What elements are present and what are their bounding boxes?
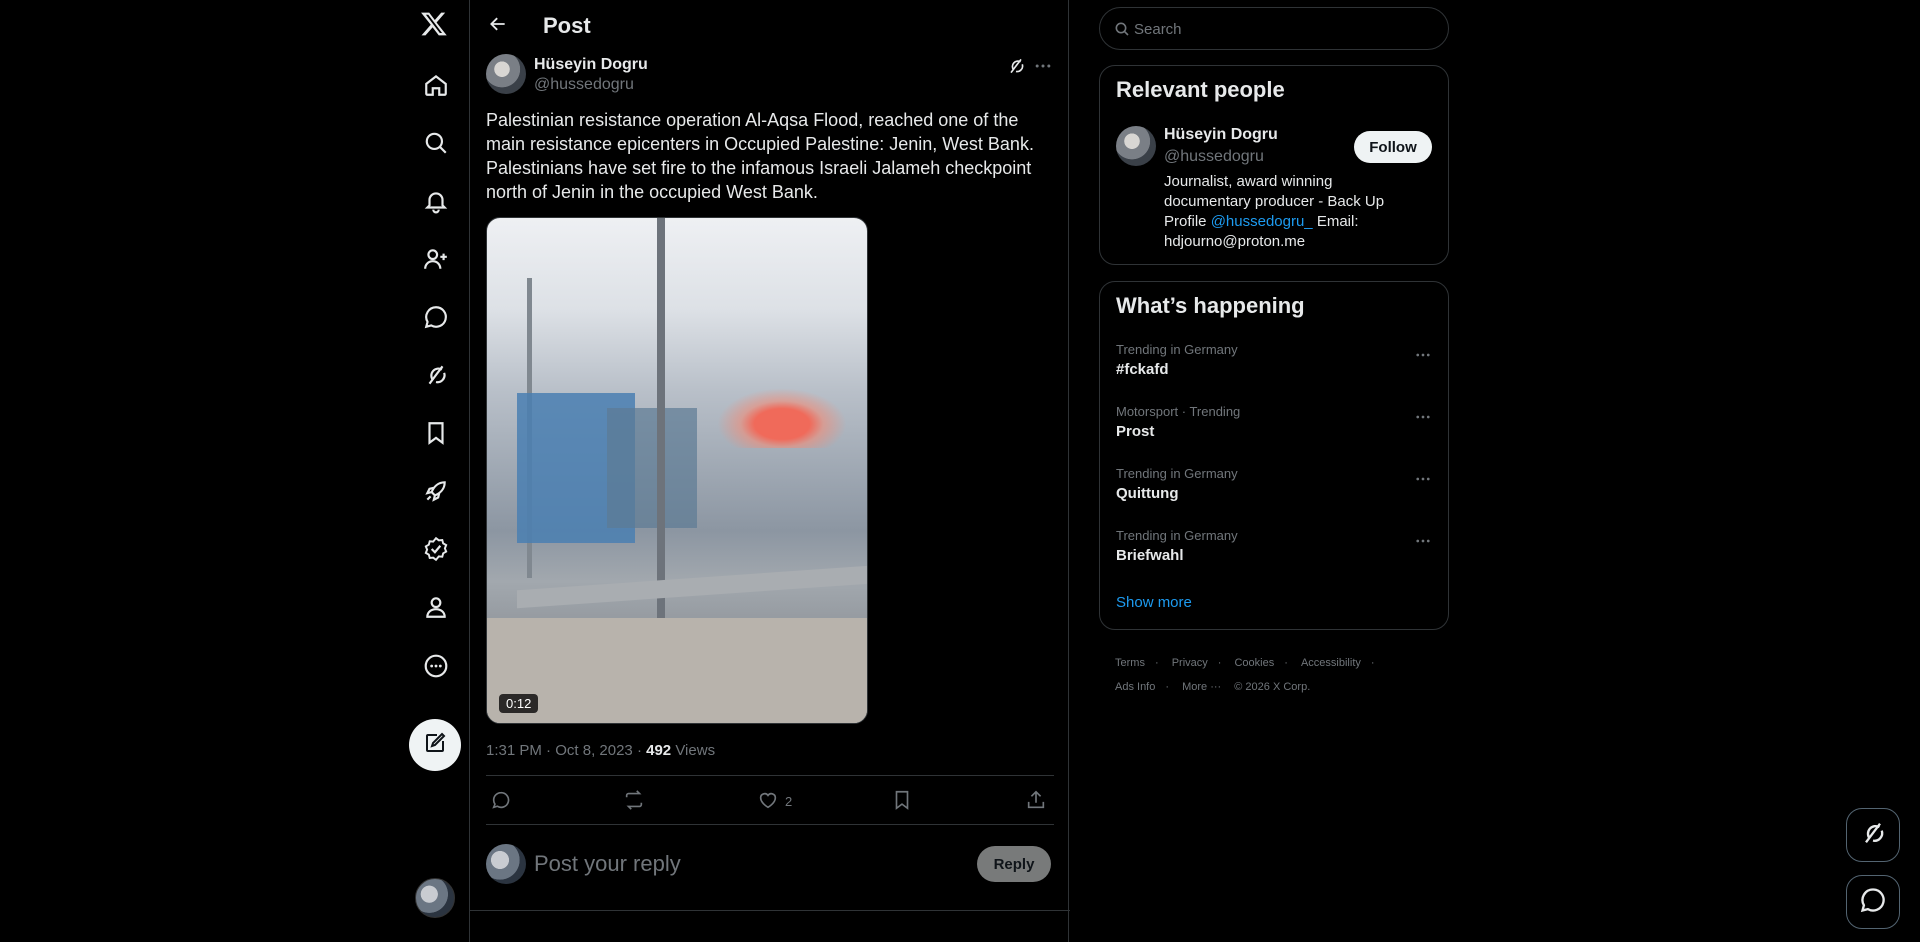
- grok-icon: [423, 362, 449, 393]
- nav-chat[interactable]: [411, 294, 461, 344]
- more-circle-icon: [423, 653, 449, 684]
- trend-item[interactable]: Trending in Germany #fckafd: [1116, 342, 1434, 390]
- reply-input[interactable]: [534, 850, 934, 878]
- post-header: Post: [470, 0, 1070, 52]
- nav-grok[interactable]: [411, 352, 461, 402]
- more-options-icon[interactable]: [1033, 56, 1055, 78]
- person-add-icon: [423, 246, 449, 277]
- author-handle[interactable]: @hussedogru: [534, 76, 634, 94]
- nav-notifications[interactable]: [411, 178, 461, 228]
- trend-item[interactable]: Trending in Germany Briefwahl: [1116, 528, 1434, 576]
- trend-item[interactable]: Trending in Germany Quittung: [1116, 466, 1434, 514]
- trend-item[interactable]: Motorsport · Trending Prost: [1116, 404, 1434, 452]
- trends-title: What’s happening: [1116, 293, 1305, 318]
- follow-button[interactable]: Follow: [1354, 131, 1432, 163]
- more-options-icon[interactable]: [1414, 470, 1434, 490]
- nav-explore[interactable]: [411, 120, 461, 170]
- person-icon: [423, 594, 449, 625]
- copyright: © 2026 X Corp.: [1234, 681, 1311, 693]
- post-text: Palestinian resistance operation Al-Aqsa…: [486, 110, 1034, 202]
- more-options-icon[interactable]: [1414, 408, 1434, 428]
- like-count: 2: [785, 793, 793, 809]
- bookmark-action[interactable]: [891, 790, 913, 812]
- compose-icon: [423, 731, 447, 760]
- page-title: Post: [543, 13, 591, 38]
- nav-home[interactable]: [411, 62, 461, 112]
- views-label: Views: [675, 742, 716, 759]
- app-root: Post Hüseyin Dogru @hussedogru Palestini…: [0, 0, 1920, 942]
- compose-post-button[interactable]: [409, 719, 461, 771]
- more-options-icon[interactable]: [1414, 346, 1434, 366]
- bell-icon: [423, 188, 449, 219]
- rocket-icon: [423, 478, 449, 509]
- relevant-name[interactable]: Hüseyin Dogru: [1164, 126, 1278, 144]
- relevant-bio: Journalist, award winning documentary pr…: [1164, 173, 1385, 250]
- more-options-icon[interactable]: [1414, 532, 1434, 552]
- nav-premium[interactable]: [411, 468, 461, 518]
- chat-bubble-icon: [423, 304, 449, 335]
- left-nav: [400, 0, 470, 942]
- relevant-people-card: Relevant people Hüseyin Dogru @hussedogr…: [1099, 65, 1449, 265]
- bio-mention-link[interactable]: @hussedogru_: [1211, 213, 1313, 230]
- post-date[interactable]: Oct 8, 2023: [555, 742, 633, 759]
- grok-icon: [1859, 819, 1887, 852]
- relevant-avatar[interactable]: [1116, 126, 1156, 166]
- author-name[interactable]: Hüseyin Dogru: [534, 56, 648, 74]
- reply-action[interactable]: [490, 790, 512, 812]
- arrow-left-icon: [488, 14, 508, 39]
- nav-profile[interactable]: [411, 584, 461, 634]
- relevant-handle[interactable]: @hussedogru: [1164, 148, 1264, 166]
- share-action[interactable]: [1025, 790, 1047, 812]
- video-duration-badge: 0:12: [499, 694, 539, 713]
- post-actions: 2: [486, 776, 1054, 824]
- footer-link[interactable]: More ···: [1182, 681, 1221, 693]
- nav-verified-orgs[interactable]: [411, 526, 461, 576]
- reply-avatar: [486, 844, 526, 884]
- divider: [470, 910, 1070, 911]
- author-avatar[interactable]: [486, 54, 526, 94]
- repost-icon: [623, 789, 645, 814]
- whats-happening-card: What’s happening Trending in Germany #fc…: [1099, 281, 1449, 630]
- main-column: Post Hüseyin Dogru @hussedogru Palestini…: [469, 0, 1070, 942]
- footer-link[interactable]: Privacy: [1172, 657, 1208, 669]
- relevant-people-title: Relevant people: [1116, 77, 1285, 102]
- heart-icon: [757, 789, 779, 814]
- verified-badge-icon: [423, 536, 449, 567]
- divider: [486, 824, 1054, 825]
- post-video[interactable]: 0:12: [486, 217, 868, 724]
- messages-fab-button[interactable]: [1846, 875, 1900, 929]
- show-more-link[interactable]: Show more: [1116, 594, 1192, 611]
- footer-link[interactable]: Cookies: [1234, 657, 1274, 669]
- like-action[interactable]: 2: [757, 790, 792, 812]
- footer-links: Terms · Privacy · Cookies · Accessibility · …: [1115, 657, 1375, 693]
- grok-explain-icon[interactable]: [1006, 56, 1028, 78]
- post-time[interactable]: 1:31 PM: [486, 742, 542, 759]
- nav-follow[interactable]: [411, 236, 461, 286]
- share-icon: [1025, 789, 1047, 814]
- footer-link[interactable]: Accessibility: [1301, 657, 1361, 669]
- search-icon: [423, 130, 449, 161]
- repost-action[interactable]: [623, 789, 645, 814]
- views-count: 492: [646, 742, 672, 759]
- nav-more[interactable]: [411, 643, 461, 693]
- chat-bubble-icon: [1859, 886, 1887, 919]
- x-logo-icon[interactable]: [420, 10, 452, 42]
- account-avatar[interactable]: [415, 878, 455, 918]
- footer-link[interactable]: Ads Info: [1115, 681, 1155, 693]
- reply-composer: Reply: [486, 844, 1054, 904]
- grok-fab-button[interactable]: [1846, 808, 1900, 862]
- footer-link[interactable]: Terms: [1115, 657, 1145, 669]
- reply-icon: [490, 789, 512, 814]
- right-sidebar: Relevant people Hüseyin Dogru @hussedogr…: [1099, 0, 1451, 942]
- bookmark-icon: [891, 789, 913, 814]
- nav-bookmarks[interactable]: [411, 410, 461, 460]
- search-input[interactable]: [1134, 19, 1434, 39]
- back-button[interactable]: [482, 10, 514, 42]
- reply-button[interactable]: Reply: [977, 846, 1051, 882]
- search-box[interactable]: [1099, 7, 1449, 50]
- post-meta: 1:31 PM · Oct 8, 2023 · 492 Views: [486, 742, 716, 759]
- home-icon: [423, 72, 449, 103]
- bookmark-icon: [423, 420, 449, 451]
